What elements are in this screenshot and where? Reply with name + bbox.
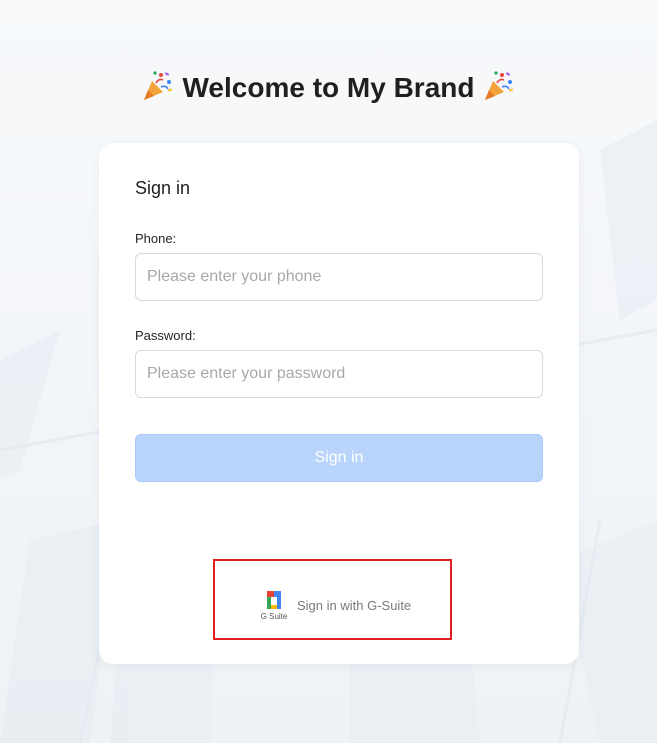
title-text: Welcome to My Brand — [182, 72, 475, 103]
gsuite-logo-icon: G Suite — [261, 591, 288, 621]
password-input[interactable] — [135, 350, 543, 398]
form-title: Sign in — [135, 178, 191, 198]
signin-card: Sign in Phone: Password: Sign in G Suite… — [99, 143, 579, 664]
gsuite-signin-label: Sign in with G-Suite — [297, 598, 412, 613]
party-popper-icon — [143, 71, 172, 100]
phone-label: Phone: — [135, 231, 177, 246]
password-label: Password: — [135, 328, 196, 343]
page-title: Welcome to My Brand — [0, 68, 657, 108]
signin-button[interactable]: Sign in — [135, 434, 543, 482]
phone-input[interactable] — [135, 253, 543, 301]
svg-text:G Suite: G Suite — [261, 612, 288, 621]
party-popper-icon — [485, 71, 514, 100]
gsuite-signin-button[interactable]: G Suite Sign in with G-Suite — [213, 559, 452, 640]
